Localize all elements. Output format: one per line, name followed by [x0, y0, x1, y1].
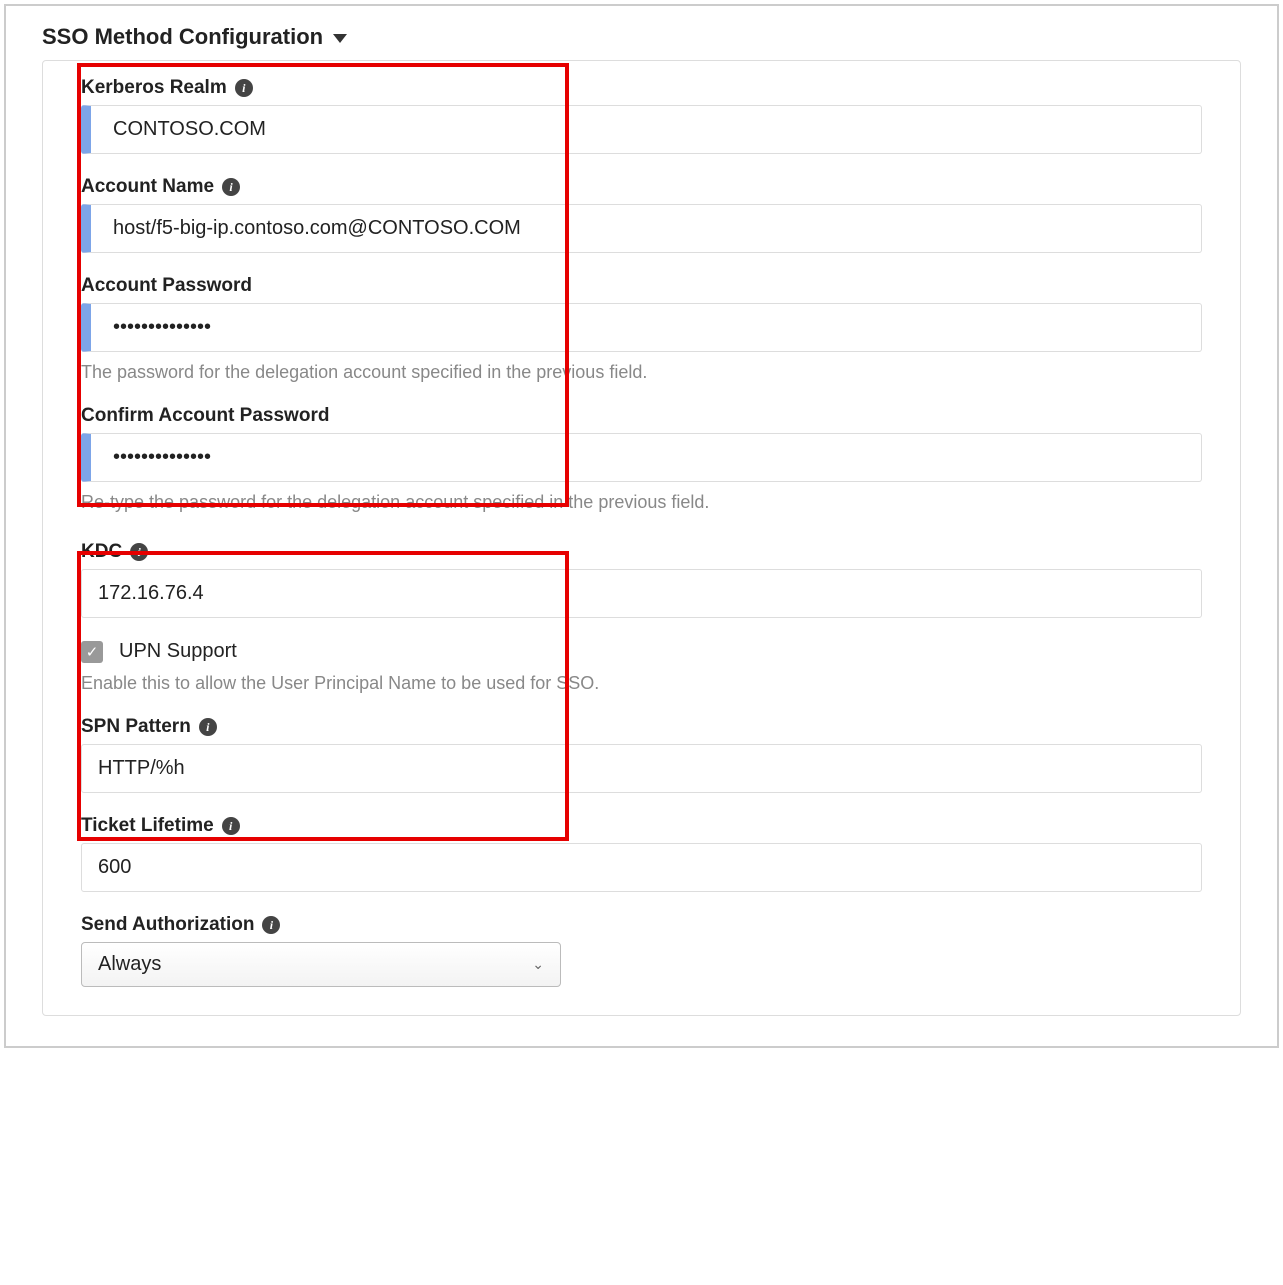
label-text: SPN Pattern: [81, 716, 191, 738]
ticket-lifetime-input[interactable]: [81, 843, 1202, 892]
account-password-input[interactable]: [81, 303, 1202, 352]
select-value: Always: [98, 953, 161, 976]
field-kdc: KDC i: [81, 541, 1202, 618]
send-authorization-select[interactable]: Always ⌄: [81, 942, 561, 987]
label-text: Account Name: [81, 176, 214, 198]
info-icon[interactable]: i: [222, 817, 240, 835]
label-text: Send Authorization: [81, 914, 254, 936]
upn-checkbox-row[interactable]: ✓ UPN Support: [81, 640, 1202, 663]
field-ticket-lifetime: Ticket Lifetime i: [81, 815, 1202, 892]
account-name-label: Account Name i: [81, 176, 1202, 198]
info-icon[interactable]: i: [130, 543, 148, 561]
spn-pattern-input[interactable]: [81, 744, 1202, 793]
label-text: Confirm Account Password: [81, 405, 329, 427]
upn-help: Enable this to allow the User Principal …: [81, 673, 1202, 694]
info-icon[interactable]: i: [222, 178, 240, 196]
caret-down-icon: [333, 34, 347, 43]
ticket-lifetime-label: Ticket Lifetime i: [81, 815, 1202, 837]
field-spn-pattern: SPN Pattern i: [81, 716, 1202, 793]
field-account-name: Account Name i: [81, 176, 1202, 253]
config-panel: Kerberos Realm i Account Name i Account …: [42, 60, 1241, 1016]
field-confirm-password: Confirm Account Password Re-type the pas…: [81, 405, 1202, 513]
section-title: SSO Method Configuration: [42, 24, 323, 50]
send-authorization-label: Send Authorization i: [81, 914, 1202, 936]
spn-pattern-label: SPN Pattern i: [81, 716, 1202, 738]
kdc-label: KDC i: [81, 541, 1202, 563]
account-name-input[interactable]: [81, 204, 1202, 253]
label-text: Account Password: [81, 275, 252, 297]
field-account-password: Account Password The password for the de…: [81, 275, 1202, 383]
kerberos-realm-input[interactable]: [81, 105, 1202, 154]
account-password-label: Account Password: [81, 275, 1202, 297]
confirm-password-help: Re-type the password for the delegation …: [81, 492, 1202, 513]
section-header[interactable]: SSO Method Configuration: [42, 24, 1241, 50]
chevron-down-icon: ⌄: [532, 956, 544, 973]
info-icon[interactable]: i: [199, 718, 217, 736]
checkbox-checked-icon[interactable]: ✓: [81, 641, 103, 663]
config-panel-outer: SSO Method Configuration Kerberos Realm …: [4, 4, 1279, 1048]
kdc-input[interactable]: [81, 569, 1202, 618]
info-icon[interactable]: i: [235, 79, 253, 97]
label-text: Kerberos Realm: [81, 77, 227, 99]
field-kerberos-realm: Kerberos Realm i: [81, 77, 1202, 154]
info-icon[interactable]: i: [262, 916, 280, 934]
confirm-password-label: Confirm Account Password: [81, 405, 1202, 427]
label-text: KDC: [81, 541, 122, 563]
upn-label: UPN Support: [119, 640, 237, 663]
confirm-password-input[interactable]: [81, 433, 1202, 482]
kerberos-realm-label: Kerberos Realm i: [81, 77, 1202, 99]
account-password-help: The password for the delegation account …: [81, 362, 1202, 383]
field-upn-support: ✓ UPN Support Enable this to allow the U…: [81, 640, 1202, 694]
field-send-authorization: Send Authorization i Always ⌄: [81, 914, 1202, 987]
label-text: Ticket Lifetime: [81, 815, 214, 837]
